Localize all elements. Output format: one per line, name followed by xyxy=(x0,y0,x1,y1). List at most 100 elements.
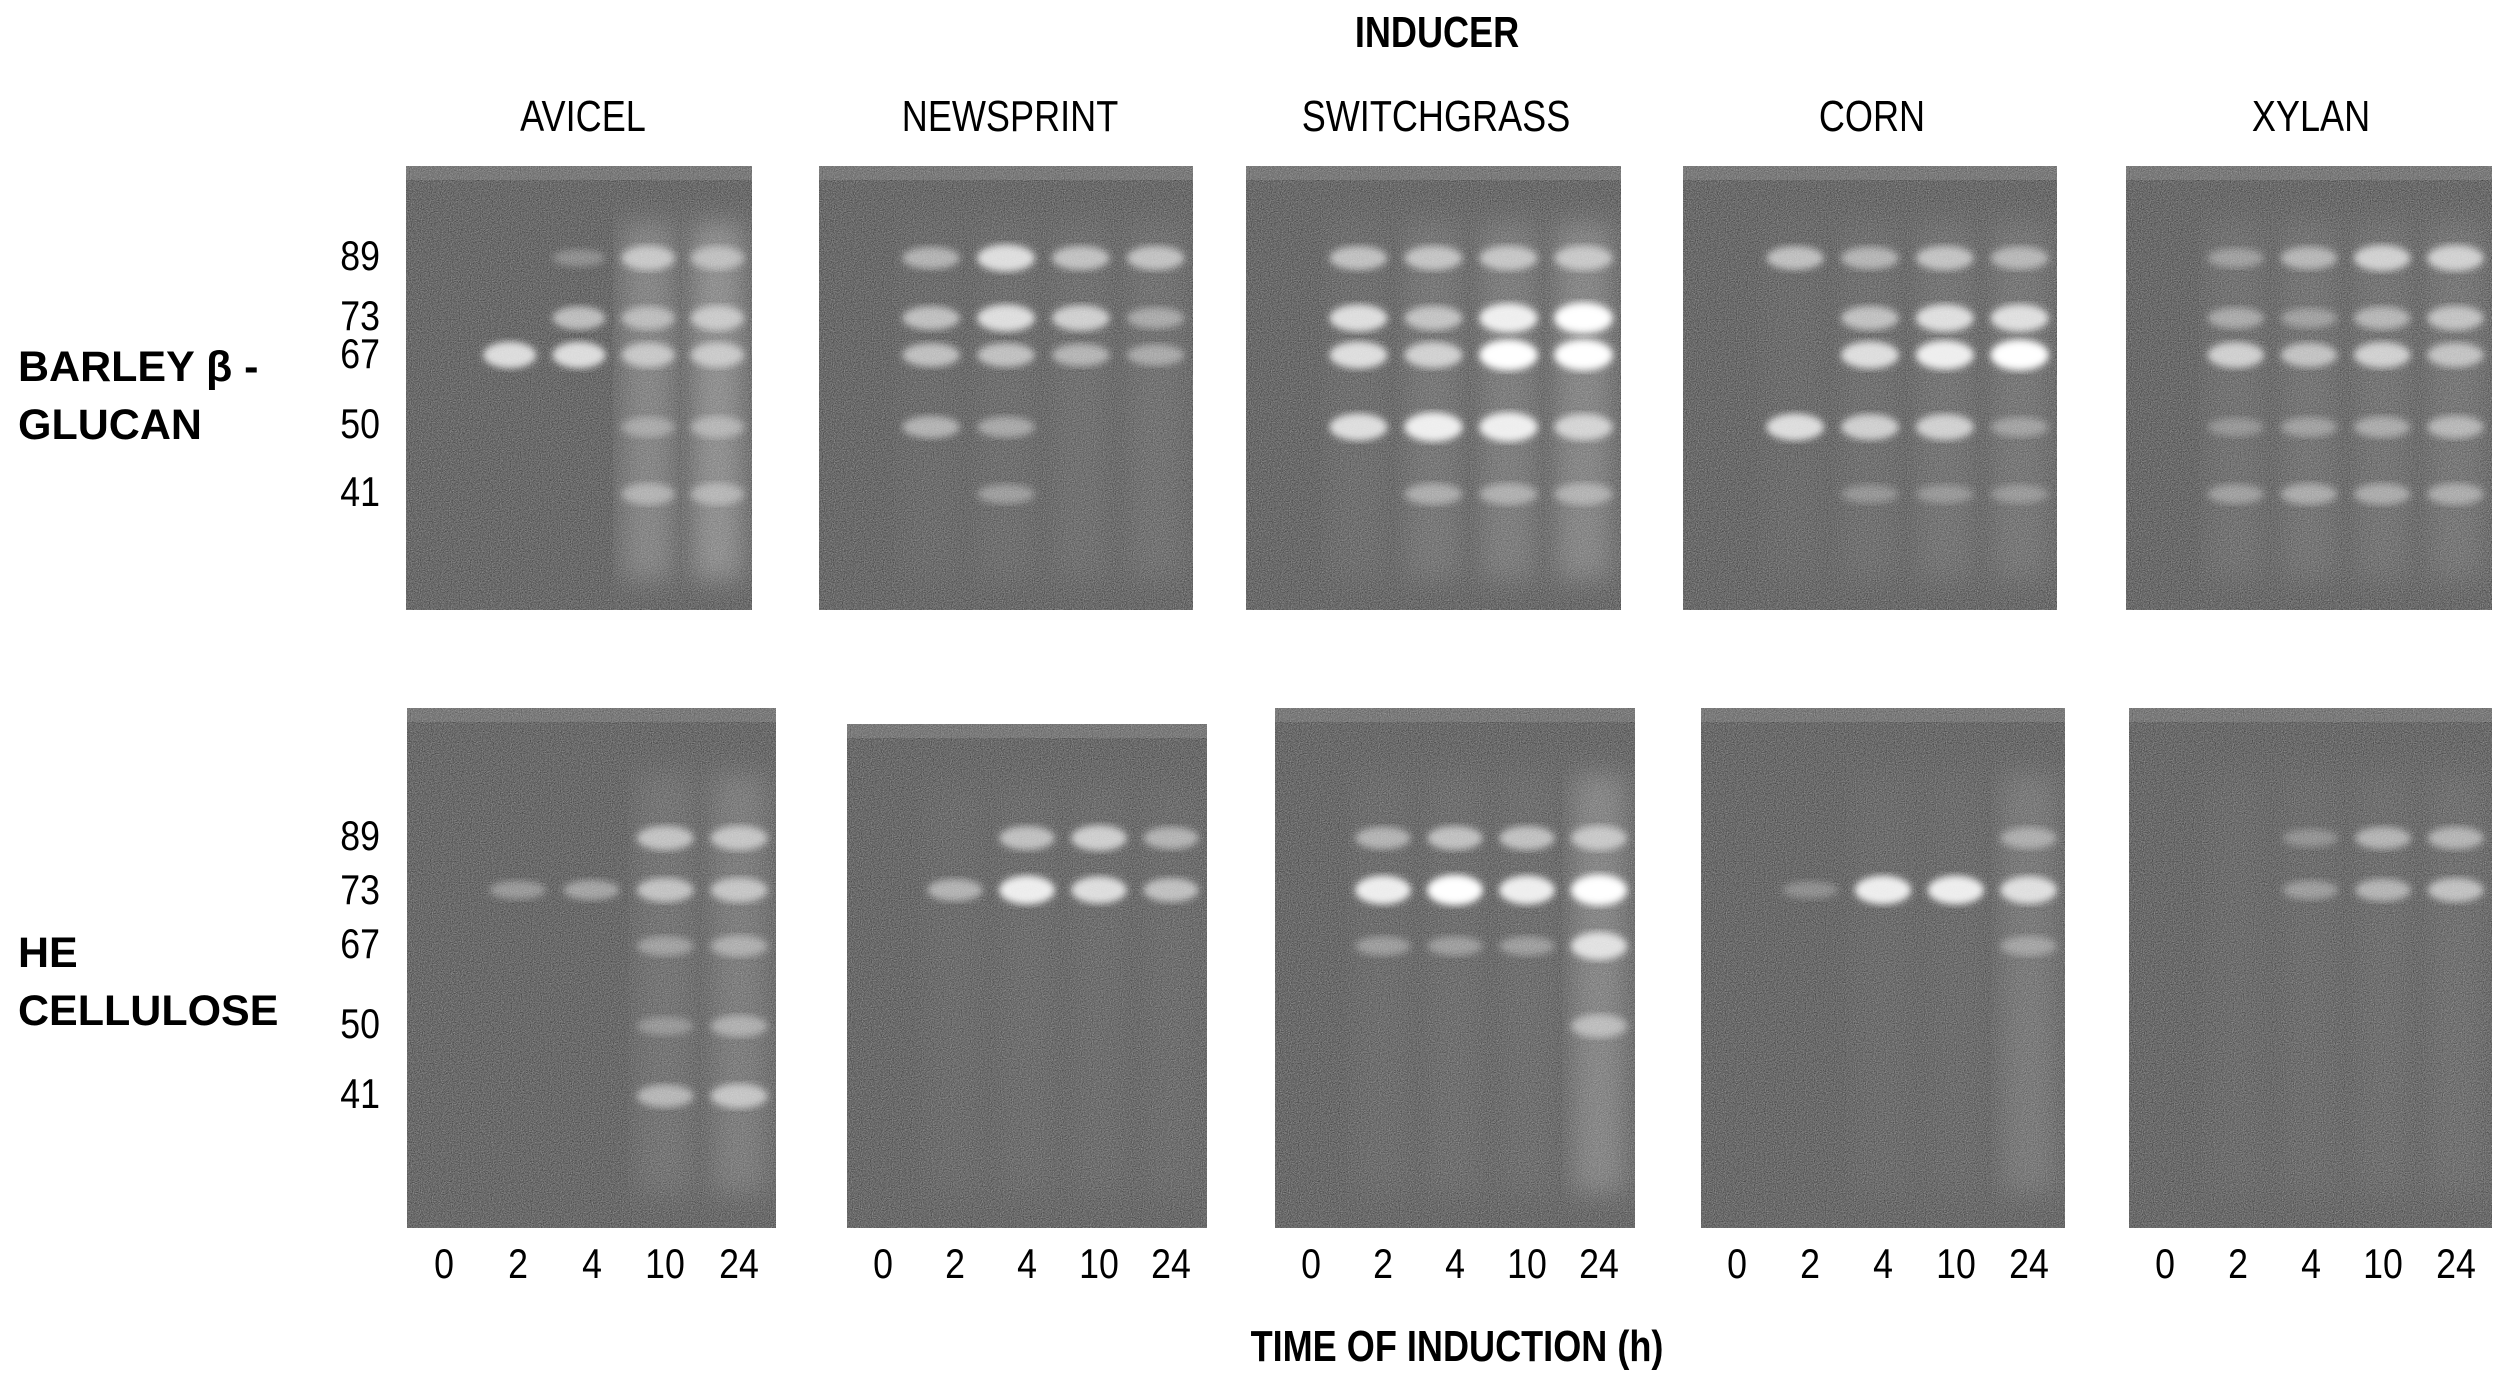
band-67kda-lane-4h xyxy=(1426,935,1484,957)
band-41kda-lane-24h xyxy=(1553,482,1614,506)
time-tick-label: 10 xyxy=(1079,1240,1119,1287)
band-89kda-lane-2h xyxy=(1765,245,1826,271)
band-89kda-lane-24h xyxy=(689,246,746,270)
time-tick-label: 4 xyxy=(1445,1240,1465,1287)
gel-well-edge xyxy=(406,166,752,180)
band-73kda-lane-2h xyxy=(2206,306,2266,330)
band-73kda-lane-4h xyxy=(1853,874,1913,906)
band-73kda-lane-4h xyxy=(998,874,1056,906)
band-73kda-lane-24h xyxy=(2426,877,2485,903)
band-89kda-lane-24h xyxy=(1989,246,2050,270)
band-50kda-lane-4h xyxy=(2279,416,2339,438)
band-73kda-lane-2h xyxy=(1328,303,1389,333)
band-73kda-lane-24h xyxy=(689,305,746,331)
band-89kda-lane-10h xyxy=(1498,825,1556,851)
band-67kda-lane-4h xyxy=(1403,341,1464,369)
band-50kda-lane-10h xyxy=(1478,411,1539,443)
gel-panel-barley-glucan-switchgrass xyxy=(1246,166,1621,610)
lane-smear xyxy=(1402,219,1465,584)
mw-marker-67: 67 xyxy=(340,330,380,377)
gel-panel-he-cellulose-newsprint xyxy=(847,724,1207,1228)
band-73kda-lane-2h xyxy=(901,305,962,331)
figure-title: INDUCER xyxy=(1354,8,1520,57)
inducer-label-switchgrass: SWITCHGRASS xyxy=(1301,92,1571,141)
band-73kda-lane-4h xyxy=(1403,305,1464,331)
band-50kda-lane-10h xyxy=(620,416,676,438)
band-50kda-lane-4h xyxy=(1840,413,1900,441)
band-67kda-lane-10h xyxy=(635,935,695,957)
band-41kda-lane-24h xyxy=(2426,482,2485,506)
band-73kda-lane-2h xyxy=(488,879,548,901)
gel-panel-he-cellulose-avicel xyxy=(407,708,776,1228)
gel-well-edge xyxy=(1683,166,2057,180)
gel-panel-barley-glucan-avicel xyxy=(406,166,752,610)
band-50kda-lane-2h xyxy=(2206,417,2266,437)
band-41kda-lane-4h xyxy=(2279,482,2339,506)
mw-marker-89: 89 xyxy=(340,232,380,279)
inducer-label-avicel: AVICEL xyxy=(520,92,646,141)
lane-smear xyxy=(1838,219,1902,584)
band-67kda-lane-2h xyxy=(1328,340,1389,370)
band-73kda-lane-24h xyxy=(1125,306,1186,330)
band-50kda-lane-4h xyxy=(1403,411,1464,443)
band-67kda-lane-2h xyxy=(1354,935,1412,957)
time-tick-label: 0 xyxy=(1301,1240,1321,1287)
gel-panel-barley-glucan-newsprint xyxy=(819,166,1193,610)
band-41kda-lane-24h xyxy=(1989,484,2050,504)
band-41kda-lane-24h xyxy=(689,482,746,506)
band-73kda-lane-10h xyxy=(620,306,676,330)
band-73kda-lane-4h xyxy=(2279,307,2339,329)
band-89kda-lane-4h xyxy=(2281,828,2340,848)
row-label-line2: CELLULOSE xyxy=(18,987,279,1035)
band-50kda-lane-4h xyxy=(976,415,1036,439)
mw-marker-41: 41 xyxy=(340,468,380,515)
band-89kda-lane-10h xyxy=(1914,245,1975,271)
band-73kda-lane-10h xyxy=(1070,875,1128,905)
time-tick-label: 2 xyxy=(1800,1240,1821,1287)
lane-smear xyxy=(1925,770,1987,1197)
band-89kda-lane-2h xyxy=(901,246,962,270)
band-67kda-lane-4h xyxy=(551,340,607,370)
band-73kda-lane-4h xyxy=(976,303,1036,333)
lane-smear xyxy=(2278,219,2340,584)
row-label-line1: HE xyxy=(18,929,78,977)
inducer-label-xylan: XYLAN xyxy=(2251,92,2371,141)
band-73kda-lane-2h xyxy=(926,878,984,902)
gel-panel-barley-glucan-corn xyxy=(1683,166,2057,610)
row-label-line1: BARLEY β - xyxy=(18,343,259,391)
band-73kda-lane-10h xyxy=(1926,874,1985,906)
lane-smear xyxy=(924,784,986,1198)
band-67kda-lane-10h xyxy=(1478,339,1539,371)
band-67kda-lane-24h xyxy=(2426,342,2485,368)
band-89kda-lane-24h xyxy=(1553,245,1614,271)
band-67kda-lane-10h xyxy=(620,342,676,368)
time-tick-label: 10 xyxy=(1507,1240,1547,1287)
lane-smear xyxy=(1124,219,1188,584)
mw-marker-73: 73 xyxy=(340,866,380,913)
row-label-barley-glucan: BARLEY β - GLUCAN xyxy=(18,338,258,454)
band-67kda-lane-2h xyxy=(901,342,962,368)
band-50kda-lane-2h xyxy=(901,415,962,439)
band-73kda-lane-10h xyxy=(1478,302,1539,334)
time-tick-label: 2 xyxy=(2227,1240,2248,1287)
inducer-label-newsprint: NEWSPRINT xyxy=(901,92,1119,141)
lane-smear xyxy=(2424,219,2487,584)
band-50kda-lane-24h xyxy=(1553,413,1614,441)
band-89kda-lane-4h xyxy=(998,825,1056,851)
band-73kda-lane-10h xyxy=(2354,878,2413,902)
band-89kda-lane-24h xyxy=(1142,826,1200,850)
mw-marker-41: 41 xyxy=(340,1070,380,1117)
band-67kda-lane-4h xyxy=(1840,340,1900,370)
lane-smear xyxy=(1552,219,1615,584)
band-41kda-lane-4h xyxy=(1840,484,1900,504)
lane-smear xyxy=(1763,219,1827,584)
lane-smear xyxy=(2351,219,2413,584)
band-73kda-lane-2h xyxy=(1781,880,1840,900)
band-89kda-lane-24h xyxy=(2426,244,2485,272)
time-tick-label: 24 xyxy=(1579,1240,1619,1287)
band-89kda-lane-10h xyxy=(1070,824,1128,852)
band-67kda-lane-2h xyxy=(482,340,538,370)
band-67kda-lane-2h xyxy=(2206,341,2266,369)
mw-marker-89: 89 xyxy=(340,812,380,859)
band-73kda-lane-24h xyxy=(709,877,769,903)
